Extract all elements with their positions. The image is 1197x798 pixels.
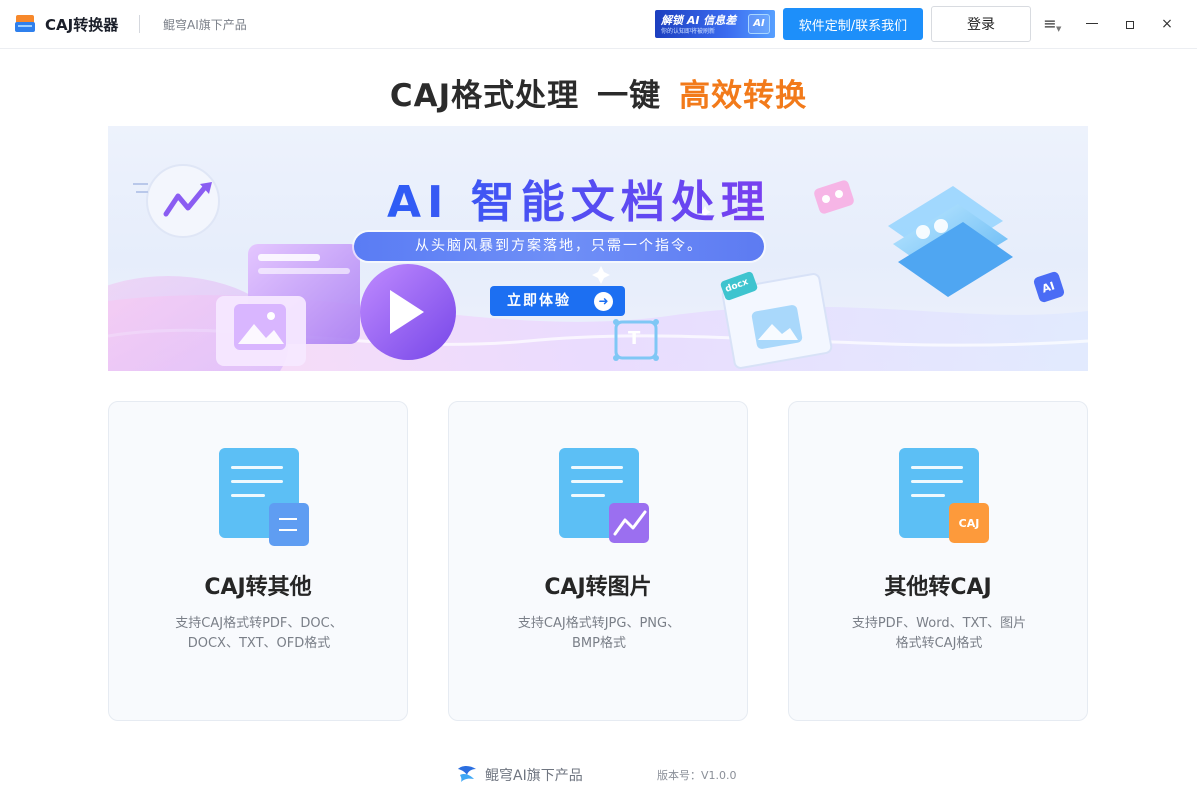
- card-desc-line: 支持CAJ格式转JPG、PNG、: [517, 616, 681, 631]
- app-subtitle: 鲲穹AI旗下产品: [163, 18, 247, 32]
- footer-brand: 鲲穹AI旗下产品: [485, 768, 583, 784]
- app-logo-icon: [15, 15, 35, 32]
- card-title: 其他转CAJ: [884, 575, 992, 600]
- card-desc-line: BMP格式: [572, 636, 626, 651]
- headline-part-1: CAJ格式处理: [389, 78, 580, 114]
- card-desc-line: 支持PDF、Word、TXT、图片: [851, 616, 1027, 631]
- other-to-caj-card[interactable]: CAJ 其他转CAJ 支持PDF、Word、TXT、图片 格式转CAJ格式: [788, 401, 1088, 721]
- card-desc-line: 格式转CAJ格式: [895, 636, 983, 651]
- promo-ai-chip: AI: [748, 14, 770, 34]
- brand-logo-icon: [458, 766, 476, 782]
- headline-highlight: 高效转换: [679, 78, 808, 114]
- document-image-icon: [559, 448, 649, 543]
- headline-part-2: 一键: [597, 78, 662, 114]
- app-name: CAJ转换器: [45, 16, 119, 34]
- card-description: 支持CAJ格式转PDF、DOC、 DOCX、TXT、OFD格式: [139, 614, 379, 654]
- title-separator: [139, 15, 140, 33]
- ai-promo-banner[interactable]: 解锁 AI 信息差 你的认知即将被刷新 AI: [655, 10, 775, 38]
- caj-to-other-card[interactable]: CAJ转其他 支持CAJ格式转PDF、DOC、 DOCX、TXT、OFD格式: [108, 401, 408, 721]
- card-desc-line: DOCX、TXT、OFD格式: [187, 636, 331, 651]
- card-title: CAJ转其他: [204, 575, 312, 600]
- menu-glyph: ≡: [1043, 14, 1057, 33]
- banner-subtitle: 从头脑风暴到方案落地，只需一个指令。: [354, 232, 764, 261]
- ai-document-banner[interactable]: AI 智能文档处理 从头脑风暴到方案落地，只需一个指令。 立即体验 ➜ docx…: [108, 126, 1088, 371]
- close-icon[interactable]: ×: [1155, 12, 1179, 36]
- text-tool-icon: T: [628, 328, 641, 349]
- try-now-button[interactable]: 立即体验 ➜: [490, 286, 625, 316]
- login-button[interactable]: 登录: [931, 6, 1031, 42]
- card-description: 支持CAJ格式转JPG、PNG、 BMP格式: [479, 614, 719, 654]
- card-description: 支持PDF、Word、TXT、图片 格式转CAJ格式: [819, 614, 1059, 654]
- menu-icon[interactable]: ≡ ▼: [1038, 12, 1062, 36]
- title-bar: CAJ转换器 鲲穹AI旗下产品 解锁 AI 信息差 你的认知即将被刷新 AI 软…: [0, 0, 1197, 49]
- document-caj-icon: CAJ: [899, 448, 989, 543]
- promo-subtitle: 你的认知即将被刷新: [661, 28, 716, 35]
- document-convert-icon: [219, 448, 309, 546]
- contact-us-button[interactable]: 软件定制/联系我们: [783, 8, 923, 40]
- card-desc-line: 支持CAJ格式转PDF、DOC、: [175, 616, 343, 631]
- maximize-icon[interactable]: [1118, 12, 1142, 36]
- caj-to-image-card[interactable]: CAJ转图片 支持CAJ格式转JPG、PNG、 BMP格式: [448, 401, 748, 721]
- try-now-label: 立即体验: [507, 293, 571, 309]
- version-label: 版本号：V1.0.0: [657, 769, 737, 782]
- caj-badge-label: CAJ: [959, 517, 980, 530]
- chevron-down-icon: ▼: [1056, 25, 1062, 33]
- page-headline: CAJ格式处理 一键 高效转换: [0, 70, 1197, 115]
- card-title: CAJ转图片: [544, 575, 652, 600]
- banner-title: AI 智能文档处理: [387, 166, 771, 230]
- arrow-right-icon: ➜: [594, 292, 613, 311]
- minimize-icon[interactable]: [1080, 12, 1104, 36]
